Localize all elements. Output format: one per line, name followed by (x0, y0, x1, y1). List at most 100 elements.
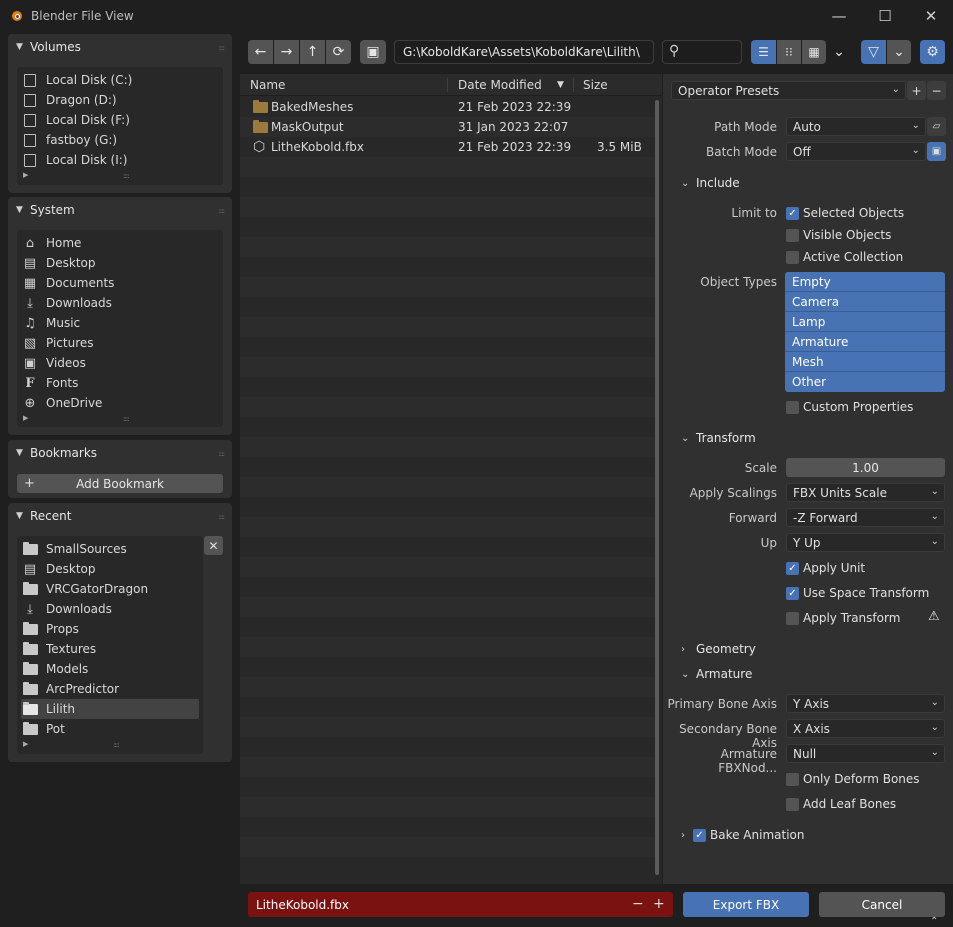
armature-fbx-node-dropdown[interactable]: Null ⌄ (786, 744, 945, 763)
resize-corner-icon[interactable]: ⌃ (930, 916, 938, 927)
object-type-mesh[interactable]: Mesh (785, 352, 945, 372)
geometry-section-header[interactable]: › Geometry (681, 640, 756, 658)
add-leaf-bones-checkbox[interactable]: Add Leaf Bones (786, 795, 896, 813)
bookmarks-header[interactable]: ▼ Bookmarks :::: (8, 440, 232, 466)
back-button[interactable]: ← (248, 40, 273, 64)
filter-toggle-button[interactable]: ▽ (861, 40, 886, 64)
recent-item[interactable]: ▤ Desktop (21, 559, 199, 579)
directory-path-input[interactable]: G:\KoboldKare\Assets\KoboldKare\Lilith\ (394, 40, 654, 64)
drag-handle-icon[interactable]: :::: (219, 44, 226, 52)
include-section-header[interactable]: ⌄ Include (681, 174, 740, 192)
volume-item[interactable]: Local Disk (F:) (21, 110, 219, 130)
parent-directory-button[interactable]: ↑ (300, 40, 325, 64)
recent-item[interactable]: VRCGatorDragon (21, 579, 199, 599)
add-preset-button[interactable]: + (907, 81, 926, 100)
system-header[interactable]: ▼ System :::: (8, 197, 232, 223)
decrement-filename-button[interactable]: − (632, 896, 644, 912)
object-type-camera[interactable]: Camera (785, 292, 945, 312)
forward-button[interactable]: → (274, 40, 299, 64)
size-column-header[interactable]: Size (583, 78, 608, 92)
system-item-videos[interactable]: ▣ Videos (21, 353, 219, 373)
system-item-desktop[interactable]: ▤ Desktop (21, 253, 219, 273)
bake-animation-checkbox[interactable]: ✓ Bake Animation (693, 826, 804, 844)
system-item-fonts[interactable]: F Fonts (21, 373, 219, 393)
sort-descending-icon[interactable]: ▼ (557, 80, 564, 90)
operator-presets-dropdown[interactable]: Operator Presets ⌄ (671, 81, 906, 100)
recent-header[interactable]: ▼ Recent :::: (8, 503, 232, 529)
recent-item[interactable]: ⤓ Downloads (21, 599, 199, 619)
object-type-armature[interactable]: Armature (785, 332, 945, 352)
only-deform-bones-checkbox[interactable]: Only Deform Bones (786, 770, 920, 788)
batch-mode-dropdown[interactable]: Off ⌄ (786, 142, 926, 161)
new-folder-button[interactable]: ▣ (360, 40, 386, 64)
expand-list-icon[interactable]: ▶ (23, 414, 28, 422)
maximize-button[interactable]: ☐ (863, 0, 907, 31)
recent-item[interactable]: Pot (21, 719, 199, 739)
object-type-empty[interactable]: Empty (785, 272, 945, 292)
filter-settings-dropdown[interactable]: ⌄ (887, 40, 911, 64)
active-collection-checkbox[interactable]: Active Collection (786, 248, 903, 266)
export-fbx-button[interactable]: Export FBX (683, 892, 809, 917)
minimize-button[interactable]: — (817, 0, 861, 31)
system-item-onedrive[interactable]: ⊕ OneDrive (21, 393, 219, 413)
volume-item[interactable]: Local Disk (I:) (21, 150, 219, 170)
name-column-header[interactable]: Name (250, 78, 285, 92)
filename-input[interactable]: LitheKobold.fbx − + (248, 892, 673, 917)
volume-item[interactable]: Local Disk (C:) (21, 70, 219, 90)
file-list-scrollbar[interactable] (655, 100, 659, 875)
armature-section-header[interactable]: ⌄ Armature (681, 665, 752, 683)
apply-unit-checkbox[interactable]: ✓ Apply Unit (786, 559, 865, 577)
drag-handle-icon[interactable]: :::: (219, 450, 226, 458)
system-item-music[interactable]: ♫ Music (21, 313, 219, 333)
selected-objects-checkbox[interactable]: ✓ Selected Objects (786, 204, 904, 222)
cancel-button[interactable]: Cancel (819, 892, 945, 917)
date-column-header[interactable]: Date Modified (458, 78, 542, 92)
custom-properties-checkbox[interactable]: Custom Properties (786, 398, 913, 416)
drag-handle-icon[interactable]: :::: (219, 513, 226, 521)
up-axis-dropdown[interactable]: Y Up ⌄ (786, 533, 945, 552)
recent-item[interactable]: SmallSources (21, 539, 199, 559)
system-item-pictures[interactable]: ▧ Pictures (21, 333, 219, 353)
horizontal-list-view-button[interactable]: ⁝⁝ (777, 40, 801, 64)
expand-list-icon[interactable]: ▶ (23, 740, 28, 748)
object-type-other[interactable]: Other (785, 372, 945, 392)
apply-scalings-dropdown[interactable]: FBX Units Scale ⌄ (786, 483, 945, 502)
system-item-documents[interactable]: ▦ Documents (21, 273, 219, 293)
forward-axis-dropdown[interactable]: -Z Forward ⌄ (786, 508, 945, 527)
expand-list-icon[interactable]: ▶ (23, 171, 28, 179)
resize-handle-icon[interactable]: :::: (123, 415, 130, 423)
thumbnail-view-button[interactable]: ▦ (802, 40, 826, 64)
recent-item-selected[interactable]: Lilith (21, 699, 199, 719)
file-row[interactable]: BakedMeshes 21 Feb 2023 22:39 (240, 97, 658, 117)
settings-toggle-button[interactable]: ⚙ (920, 40, 945, 64)
system-item-home[interactable]: ⌂ Home (21, 233, 219, 253)
path-mode-dropdown[interactable]: Auto ⌄ (786, 117, 926, 136)
file-row[interactable]: ⬡ LitheKobold.fbx 21 Feb 2023 22:39 3.5 … (240, 137, 658, 157)
visible-objects-checkbox[interactable]: Visible Objects (786, 226, 891, 244)
recent-item[interactable]: ArcPredictor (21, 679, 199, 699)
remove-preset-button[interactable]: − (927, 81, 946, 100)
increment-filename-button[interactable]: + (653, 896, 665, 912)
clear-recent-button[interactable]: ✕ (204, 536, 223, 555)
recent-item[interactable]: Models (21, 659, 199, 679)
system-item-downloads[interactable]: ⤓ Downloads (21, 293, 219, 313)
close-window-button[interactable]: ✕ (909, 0, 953, 31)
resize-handle-icon[interactable]: :::: (113, 741, 120, 749)
embed-textures-toggle[interactable]: ▱ (927, 117, 946, 136)
resize-handle-icon[interactable]: :::: (123, 172, 130, 180)
recent-item[interactable]: Props (21, 619, 199, 639)
file-row[interactable]: MaskOutput 31 Jan 2023 22:07 (240, 117, 658, 137)
refresh-button[interactable]: ⟳ (326, 40, 351, 64)
drag-handle-icon[interactable]: :::: (219, 207, 226, 215)
search-input[interactable]: ⚲ (662, 40, 742, 64)
apply-transform-checkbox[interactable]: Apply Transform (786, 609, 900, 627)
bake-animation-section-header[interactable]: › ✓ Bake Animation (681, 826, 804, 844)
volume-item[interactable]: fastboy (G:) (21, 130, 219, 150)
batch-own-dir-toggle[interactable]: ▣ (927, 142, 946, 161)
vertical-list-view-button[interactable]: ☰ (751, 40, 776, 64)
display-settings-dropdown[interactable]: ⌄ (828, 40, 850, 64)
use-space-transform-checkbox[interactable]: ✓ Use Space Transform (786, 584, 929, 602)
volume-item[interactable]: Dragon (D:) (21, 90, 219, 110)
volumes-header[interactable]: ▼ Volumes :::: (8, 34, 232, 60)
recent-item[interactable]: Textures (21, 639, 199, 659)
